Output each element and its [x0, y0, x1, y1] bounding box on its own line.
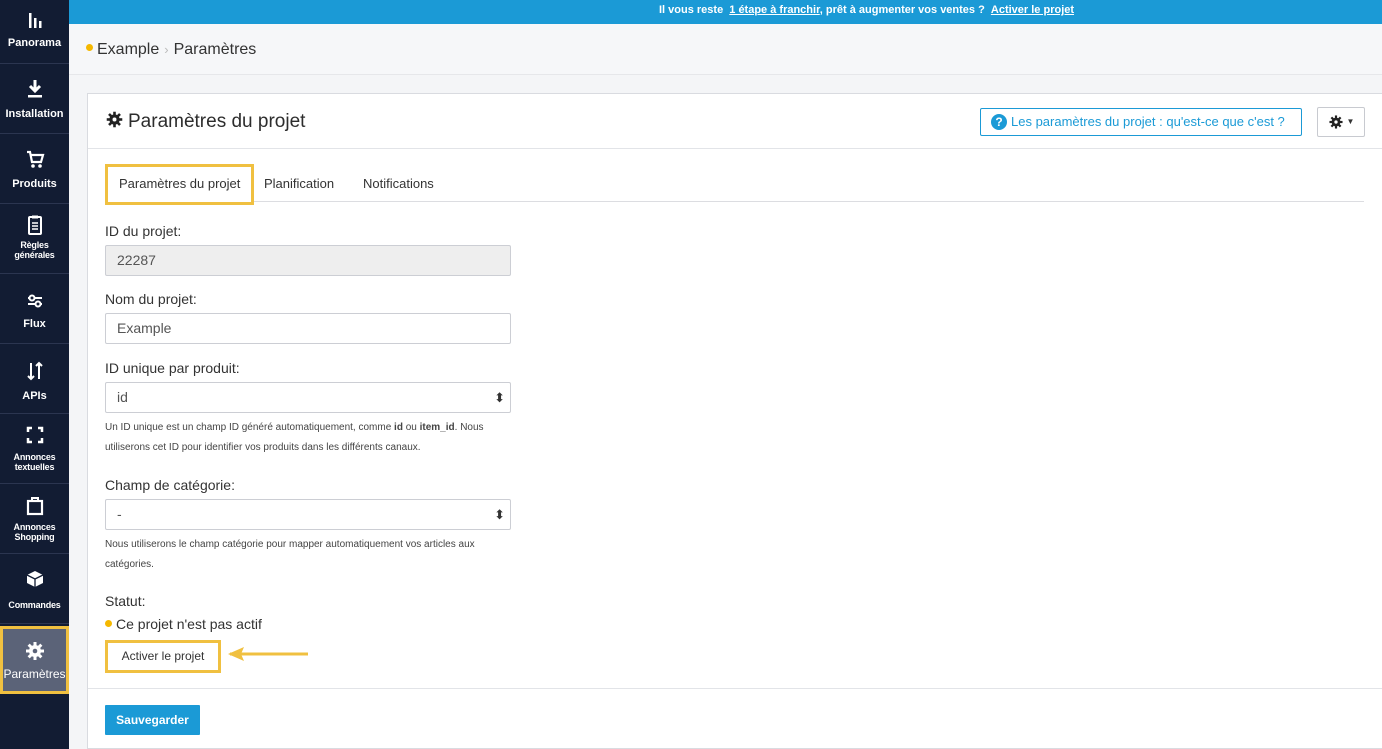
- page-title: Paramètres du projet: [105, 111, 305, 133]
- sidebar: Panorama Installation Produits Règles gé…: [0, 0, 69, 749]
- status-line: Ce projet n'est pas actif: [105, 616, 262, 632]
- panel-footer: Sauvegarder: [88, 688, 1382, 749]
- project-name-label: Nom du projet:: [105, 291, 197, 307]
- activate-project-button[interactable]: Activer le projet: [105, 640, 221, 673]
- sidebar-item-installation[interactable]: Installation: [0, 64, 69, 134]
- status-dot: [86, 44, 93, 52]
- unique-id-hint: Un ID unique est un champ ID généré auto…: [105, 418, 525, 458]
- sidebar-item-label: Paramètres: [3, 667, 66, 681]
- sidebar-item-parametres[interactable]: Paramètres: [0, 626, 69, 694]
- select-arrows-icon: ⬍: [494, 390, 505, 405]
- sidebar-item-label: Annonces textuelles: [13, 452, 56, 472]
- sidebar-item-label: Produits: [12, 178, 57, 190]
- breadcrumb: Example › Paramètres: [69, 24, 1382, 75]
- question-circle-icon: ?: [991, 113, 1007, 130]
- settings-dropdown-button[interactable]: ▼: [1317, 107, 1365, 137]
- download-icon: [27, 80, 42, 98]
- sidebar-item-commandes[interactable]: Commandes: [0, 554, 69, 624]
- hint-or: ou: [405, 422, 417, 433]
- banner-activate-link[interactable]: Activer le projet: [988, 4, 1074, 16]
- page-title-text: Paramètres du projet: [128, 111, 306, 132]
- sidebar-item-flux[interactable]: Flux: [0, 274, 69, 344]
- save-button[interactable]: Sauvegarder: [105, 705, 200, 735]
- project-id-label: ID du projet:: [105, 223, 182, 239]
- gear-icon: [1328, 115, 1343, 129]
- sidebar-item-apis[interactable]: APIs: [0, 344, 69, 414]
- clipboard-icon: [27, 215, 42, 235]
- caret-down-icon: ▼: [1346, 117, 1355, 126]
- hint-text: Un ID unique est un champ ID généré auto…: [105, 422, 392, 433]
- arrow-left-icon: [228, 647, 308, 661]
- sidebar-item-regles-generales[interactable]: Règles générales: [0, 204, 69, 274]
- status-text: Ce projet n'est pas actif: [116, 616, 262, 632]
- banner-steps-link[interactable]: 1 étape à franchir: [726, 4, 820, 16]
- sidebar-item-panorama[interactable]: Panorama: [0, 0, 69, 64]
- select-arrows-icon: ⬍: [494, 507, 505, 522]
- panel-header: Paramètres du projet ? Les paramètres du …: [88, 94, 1382, 149]
- tab-planification[interactable]: Planification: [264, 164, 334, 202]
- cart-icon: [26, 150, 44, 168]
- sort-arrows-icon: [26, 361, 43, 381]
- tab-project-settings[interactable]: Paramètres du projet: [105, 164, 255, 205]
- category-field-value: -: [117, 506, 122, 522]
- sidebar-item-annonces-textuelles[interactable]: Annonces textuelles: [0, 414, 69, 484]
- sliders-icon: [27, 294, 42, 308]
- status-label: Statut:: [105, 593, 146, 609]
- unique-id-value: id: [117, 389, 128, 405]
- project-name-input[interactable]: Example: [105, 313, 511, 344]
- gear-icon: [25, 642, 44, 660]
- sidebar-item-label: Flux: [23, 318, 46, 330]
- sidebar-item-label: Annonces Shopping: [13, 522, 56, 542]
- hint-id: id: [394, 422, 403, 433]
- unique-id-select[interactable]: id ⬍: [105, 382, 511, 413]
- unique-id-label: ID unique par produit:: [105, 360, 240, 376]
- package-icon: [26, 571, 43, 587]
- hint-item-id: item_id: [419, 422, 455, 433]
- banner-text: Il vous reste: [659, 4, 724, 16]
- sidebar-item-label: Installation: [5, 108, 64, 120]
- settings-panel: Paramètres du projet ? Les paramètres du …: [87, 93, 1382, 749]
- bar-chart-icon: [28, 13, 41, 28]
- tab-bar: Paramètres du projet Planification Notif…: [105, 164, 1364, 205]
- sidebar-item-annonces-shopping[interactable]: Annonces Shopping: [0, 484, 69, 554]
- tab-notifications[interactable]: Notifications: [363, 164, 434, 202]
- activation-banner: Il vous reste 1 étape à franchir, prêt à…: [69, 0, 1382, 24]
- category-field-hint: Nous utiliserons le champ catégorie pour…: [105, 539, 475, 570]
- category-field-select[interactable]: - ⬍: [105, 499, 511, 530]
- breadcrumb-current: Paramètres: [173, 41, 257, 58]
- sidebar-item-label: Panorama: [7, 37, 62, 49]
- help-button[interactable]: ? Les paramètres du projet : qu'est-ce qu…: [980, 108, 1302, 136]
- gear-icon: [106, 112, 123, 128]
- sidebar-item-label: Commandes: [8, 600, 61, 610]
- category-field-label: Champ de catégorie:: [105, 477, 235, 493]
- status-dot: [105, 619, 112, 627]
- help-button-label: Les paramètres du projet : qu'est-ce que…: [1011, 114, 1285, 129]
- frame-corners-icon: [26, 426, 43, 444]
- chevron-right-icon: ›: [164, 42, 169, 57]
- banner-text-after: , prêt à augmenter vos ventes ?: [819, 4, 985, 16]
- breadcrumb-project[interactable]: Example: [97, 41, 159, 58]
- sidebar-item-label: APIs: [22, 390, 47, 402]
- sidebar-item-produits[interactable]: Produits: [0, 134, 69, 204]
- shopping-bag-icon: [26, 497, 43, 516]
- sidebar-item-label: Règles générales: [14, 240, 55, 260]
- project-id-field: 22287: [105, 245, 511, 276]
